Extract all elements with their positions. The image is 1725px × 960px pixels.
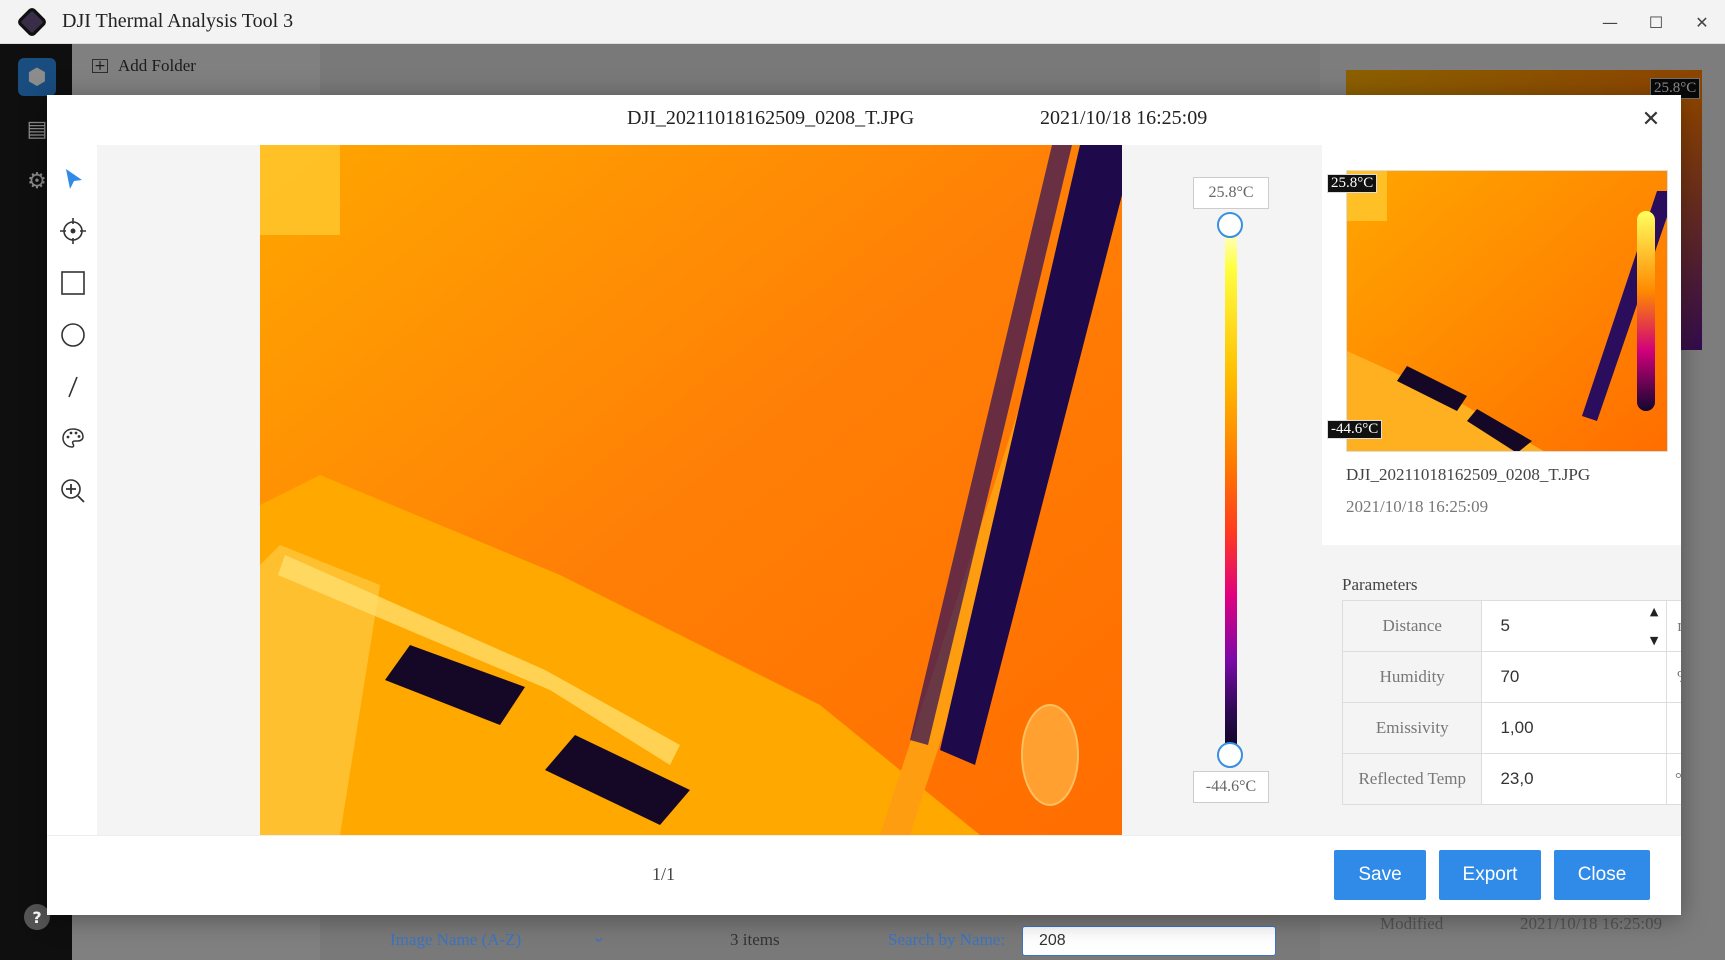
scale-max-value[interactable]: 25.8°C bbox=[1193, 177, 1269, 209]
scale-upper-handle[interactable] bbox=[1217, 212, 1243, 238]
line-tool-icon[interactable] bbox=[57, 371, 89, 403]
scale-min-value[interactable]: -44.6°C bbox=[1193, 771, 1269, 803]
spot-meter-icon[interactable] bbox=[57, 215, 89, 247]
humidity-unit: % bbox=[1666, 651, 1681, 703]
distance-unit: m bbox=[1666, 600, 1681, 652]
pointer-icon[interactable] bbox=[57, 163, 89, 195]
app-title: DJI Thermal Analysis Tool 3 bbox=[62, 10, 294, 32]
info-panel: DJI_20211018162509_0208_T.JPG 2021/10/18… bbox=[1322, 145, 1681, 835]
window-close-button[interactable]: ✕ bbox=[1679, 0, 1725, 44]
search-label: Search by Name: bbox=[888, 930, 1006, 949]
sort-dropdown[interactable]: Image Name (A-Z) bbox=[390, 930, 521, 950]
temperature-scale-bar bbox=[1225, 225, 1237, 755]
parameter-row-distance: Distance ▲ ▼ m bbox=[1341, 600, 1681, 652]
window-controls: — ☐ ✕ bbox=[1587, 0, 1725, 44]
search-input[interactable]: 208 bbox=[1022, 926, 1276, 956]
modified-label: Modified bbox=[1380, 914, 1444, 933]
measurement-toolbar bbox=[47, 145, 97, 835]
dialog-close-icon[interactable]: ✕ bbox=[1637, 105, 1665, 133]
export-button[interactable]: Export bbox=[1439, 850, 1541, 900]
app-logo-icon bbox=[16, 5, 48, 38]
dialog-footer: 1/1 Save Export Close bbox=[47, 835, 1681, 915]
modified-value: 2021/10/18 16:25:09 bbox=[1520, 914, 1663, 933]
preview-image bbox=[1346, 170, 1668, 452]
close-button[interactable]: Close bbox=[1554, 850, 1650, 900]
emissivity-unit bbox=[1666, 702, 1681, 754]
parameters-title: Parameters bbox=[1342, 575, 1418, 594]
distance-cell: ▲ ▼ bbox=[1481, 600, 1668, 652]
title-bar: DJI Thermal Analysis Tool 3 — ☐ ✕ bbox=[0, 0, 1725, 44]
parameter-row-humidity: Humidity 70 % bbox=[1341, 651, 1681, 703]
emissivity-label: Emissivity bbox=[1341, 702, 1483, 754]
info-date: 2021/10/18 16:25:09 bbox=[1346, 497, 1489, 516]
distance-input[interactable] bbox=[1500, 616, 1621, 636]
humidity-input[interactable]: 70 bbox=[1481, 651, 1668, 703]
minimize-button[interactable]: — bbox=[1587, 0, 1633, 44]
stepper-up-icon[interactable]: ▲ bbox=[1650, 605, 1658, 618]
info-filename: DJI_20211018162509_0208_T.JPG bbox=[1346, 465, 1591, 484]
emissivity-label-text: Emissivity bbox=[1375, 718, 1449, 737]
preview-max-label: 25.8°C bbox=[1327, 174, 1378, 193]
distance-stepper[interactable]: ▲ ▼ bbox=[1644, 605, 1664, 647]
image-analysis-dialog: DJI_20211018162509_0208_T.JPG 2021/10/18… bbox=[47, 95, 1681, 915]
stepper-down-icon[interactable]: ▼ bbox=[1650, 634, 1658, 647]
page-indicator: 1/1 bbox=[652, 864, 676, 884]
preview-min-label: -44.6°C bbox=[1327, 420, 1383, 439]
emissivity-input[interactable]: 1,00 bbox=[1481, 702, 1668, 754]
image-viewport bbox=[97, 145, 1322, 835]
palette-icon[interactable] bbox=[57, 423, 89, 455]
parameters-table: Distance ▲ ▼ m Humidity 70 % Emissivity … bbox=[1341, 600, 1681, 805]
items-count: 3 items bbox=[730, 930, 780, 949]
reflected-temp-label: Reflected Temp bbox=[1341, 753, 1483, 805]
parameter-row-reflected-temp: Reflected Temp 23,0 °C bbox=[1341, 753, 1681, 805]
maximize-button[interactable]: ☐ bbox=[1633, 0, 1679, 44]
dialog-datetime: 2021/10/18 16:25:09 bbox=[1040, 107, 1208, 129]
parameter-row-emissivity: Emissivity 1,00 bbox=[1341, 702, 1681, 754]
humidity-label: Humidity bbox=[1341, 651, 1483, 703]
dialog-filename: DJI_20211018162509_0208_T.JPG bbox=[627, 107, 915, 129]
dialog-header: DJI_20211018162509_0208_T.JPG 2021/10/18… bbox=[47, 95, 1681, 145]
save-button[interactable]: Save bbox=[1334, 850, 1426, 900]
scale-lower-handle[interactable] bbox=[1217, 742, 1243, 768]
image-info-card: DJI_20211018162509_0208_T.JPG 2021/10/18… bbox=[1322, 145, 1681, 545]
reflected-temp-input[interactable]: 23,0 bbox=[1481, 753, 1668, 805]
rectangle-tool-icon[interactable] bbox=[57, 267, 89, 299]
reflected-temp-unit: °C bbox=[1666, 753, 1681, 805]
distance-label: Distance bbox=[1341, 600, 1483, 652]
circle-tool-icon[interactable] bbox=[57, 319, 89, 351]
thermal-image[interactable] bbox=[260, 145, 1122, 835]
zoom-in-icon[interactable] bbox=[57, 475, 89, 507]
chevron-down-icon[interactable]: ⌄ bbox=[592, 927, 605, 946]
